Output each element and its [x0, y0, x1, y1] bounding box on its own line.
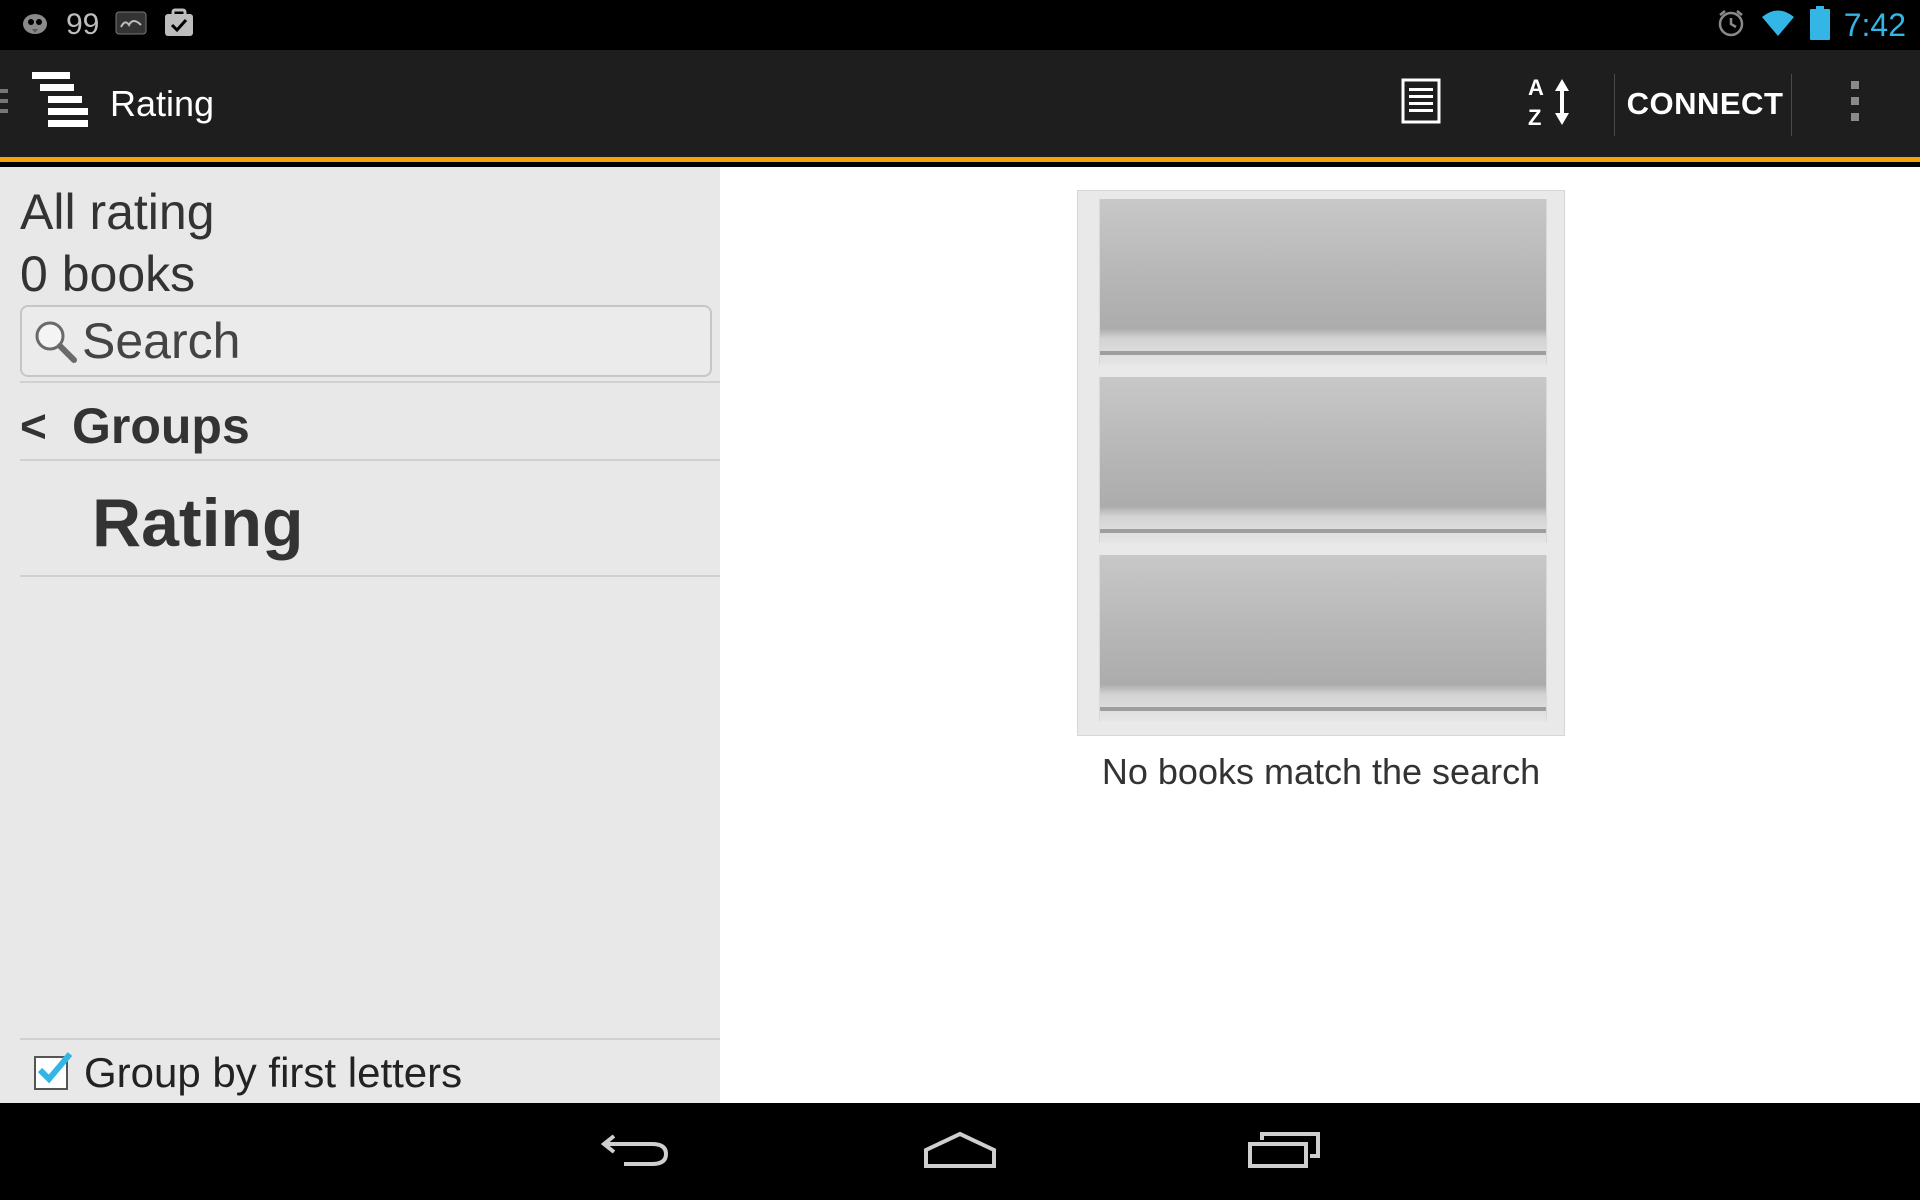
- drawer-indicator-icon: [0, 85, 10, 122]
- shelf: [1099, 555, 1547, 721]
- list-view-button[interactable]: [1380, 50, 1462, 157]
- back-icon: [600, 1130, 670, 1175]
- sort-az-icon: A Z: [1526, 73, 1574, 134]
- clock: 7:42: [1843, 6, 1906, 43]
- notification-count: 99: [66, 8, 100, 41]
- navigation-bar: [0, 1103, 1920, 1200]
- recents-button[interactable]: [1234, 1125, 1334, 1179]
- groups-back-row[interactable]: < Groups: [20, 387, 720, 465]
- svg-text:Z: Z: [1528, 105, 1541, 129]
- action-bar: Rating A Z CONNECT: [0, 50, 1920, 162]
- sidebar: All rating 0 books < Groups Rating Group…: [0, 167, 720, 1103]
- groups-label: Groups: [72, 398, 250, 454]
- battery-icon: [1809, 5, 1830, 45]
- wifi-icon: [1760, 8, 1796, 43]
- divider: [20, 381, 720, 383]
- back-button[interactable]: [585, 1125, 685, 1179]
- group-by-first-letters-toggle[interactable]: Group by first letters: [34, 1048, 462, 1098]
- empty-bookshelf-image: [1077, 190, 1565, 736]
- search-icon: [32, 318, 78, 364]
- status-bar: 99 7:42: [0, 0, 1920, 50]
- search-input[interactable]: [82, 312, 682, 370]
- sidebar-title: All rating: [20, 184, 215, 240]
- alarm-icon: [1716, 8, 1746, 43]
- svg-text:A: A: [1528, 75, 1544, 100]
- shelf: [1099, 199, 1547, 365]
- app-bird-icon: [20, 10, 50, 41]
- group-by-checkbox[interactable]: [34, 1052, 73, 1090]
- connect-button[interactable]: CONNECT: [1620, 50, 1790, 157]
- recents-icon: [1246, 1130, 1322, 1175]
- group-item-label: Rating: [92, 485, 304, 561]
- book-list-area: No books match the search: [720, 167, 1920, 1103]
- group-item-rating[interactable]: Rating: [92, 467, 304, 579]
- sort-button[interactable]: A Z: [1508, 50, 1592, 157]
- search-box[interactable]: [20, 305, 712, 377]
- divider: [20, 575, 720, 577]
- home-up-button[interactable]: Rating: [0, 50, 214, 157]
- overflow-menu-button[interactable]: [1812, 50, 1898, 157]
- group-by-label: Group by first letters: [84, 1049, 463, 1096]
- task-check-icon: [163, 8, 195, 43]
- empty-message: No books match the search: [1101, 751, 1541, 792]
- back-chevron-icon: <: [20, 400, 47, 452]
- divider: [20, 1038, 720, 1040]
- overflow-menu-icon: [1849, 79, 1861, 128]
- action-bar-title: Rating: [110, 82, 215, 124]
- book-count: 0 books: [20, 246, 196, 302]
- divider: [20, 459, 720, 461]
- checkmark-icon: [37, 1052, 73, 1084]
- action-divider: [1614, 74, 1615, 136]
- weather-icon: [115, 11, 147, 40]
- menu-stack-icon: [30, 70, 92, 137]
- action-divider: [1791, 74, 1792, 136]
- home-button[interactable]: [910, 1125, 1010, 1179]
- list-view-icon: [1401, 78, 1441, 129]
- shelf: [1099, 377, 1547, 543]
- home-icon: [922, 1130, 998, 1175]
